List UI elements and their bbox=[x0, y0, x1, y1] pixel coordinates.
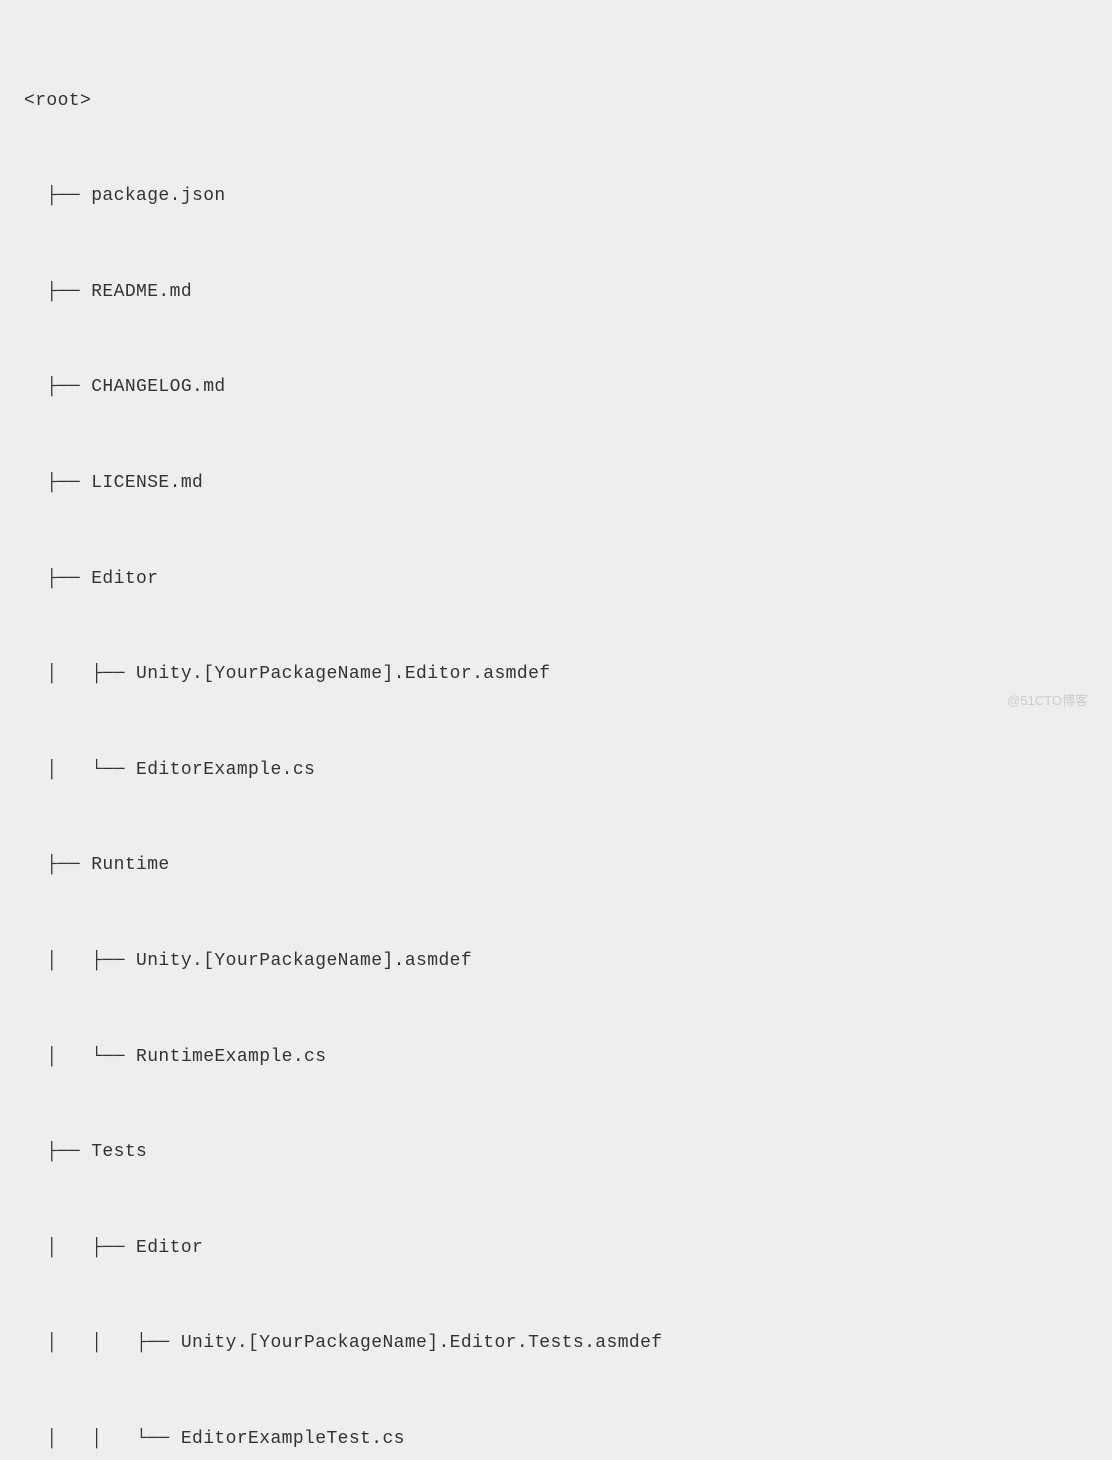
tree-line: │ ├── Unity.[YourPackageName].asmdef bbox=[24, 946, 1088, 978]
tree-line: │ │ ├── Unity.[YourPackageName].Editor.T… bbox=[24, 1328, 1088, 1360]
tree-line: ├── CHANGELOG.md bbox=[24, 372, 1088, 404]
tree-line: ├── Editor bbox=[24, 564, 1088, 596]
watermark-text: @51CTO博客 bbox=[1007, 689, 1088, 712]
tree-line: ├── README.md bbox=[24, 277, 1088, 309]
tree-line: ├── Runtime bbox=[24, 850, 1088, 882]
tree-line: ├── package.json bbox=[24, 181, 1088, 213]
tree-line: │ │ └── EditorExampleTest.cs bbox=[24, 1424, 1088, 1456]
tree-line: │ └── EditorExample.cs bbox=[24, 755, 1088, 787]
tree-line: ├── LICENSE.md bbox=[24, 468, 1088, 500]
tree-line: │ ├── Unity.[YourPackageName].Editor.asm… bbox=[24, 659, 1088, 691]
tree-line: ├── Tests bbox=[24, 1137, 1088, 1169]
tree-line: │ └── RuntimeExample.cs bbox=[24, 1042, 1088, 1074]
tree-line: │ ├── Editor bbox=[24, 1233, 1088, 1265]
tree-root: <root> bbox=[24, 86, 1088, 118]
file-tree: <root> ├── package.json ├── README.md ├─… bbox=[24, 22, 1088, 1460]
